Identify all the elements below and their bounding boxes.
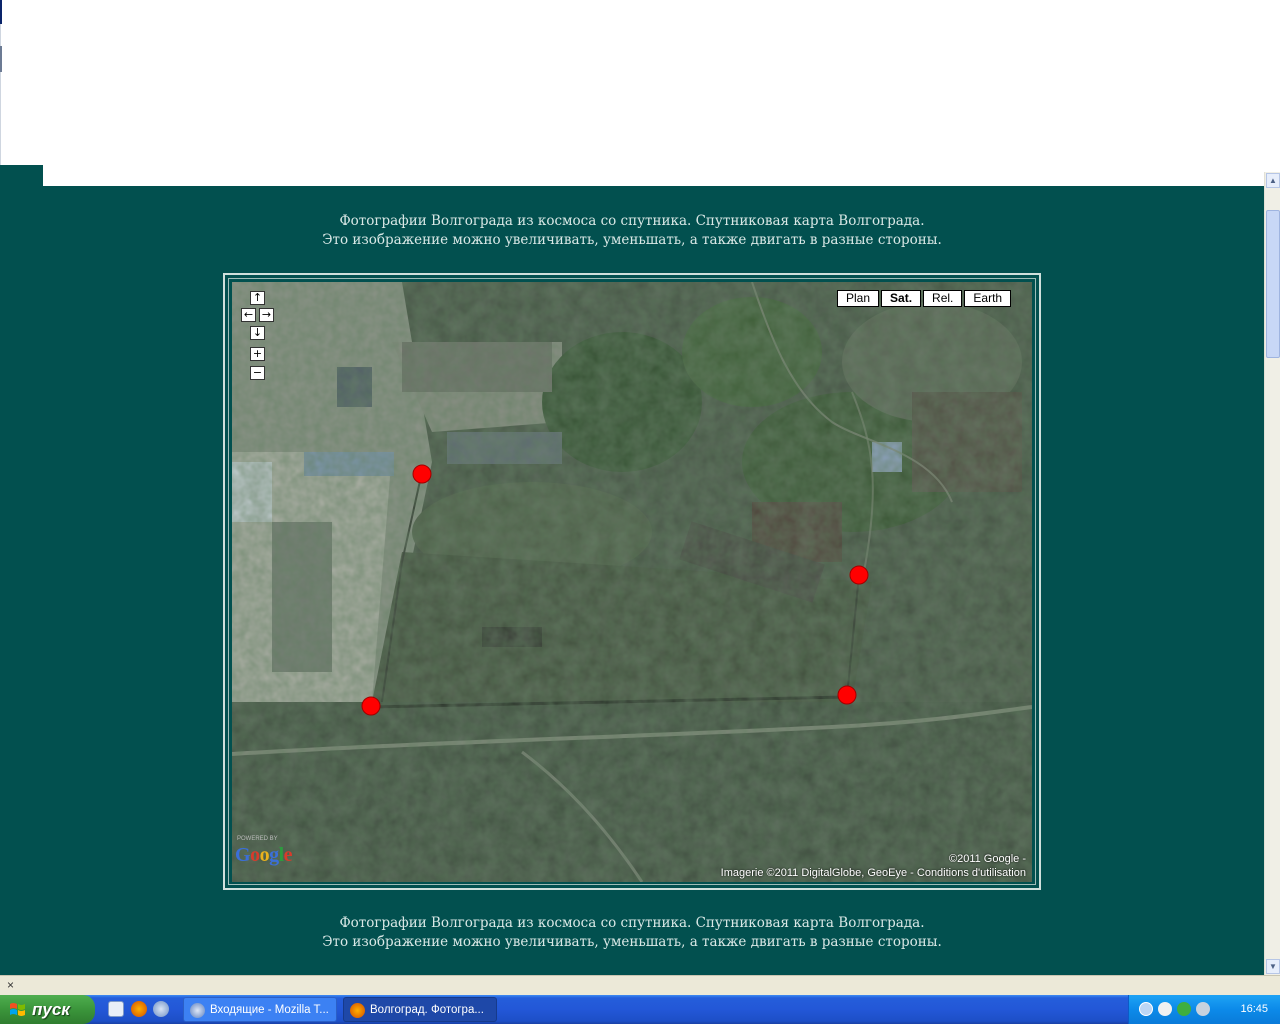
map-copyright-line-1: ©2011 Google - bbox=[948, 853, 1026, 865]
map-caption-top: Фотографии Волгограда из космоса со спут… bbox=[0, 212, 1264, 250]
caption-line-1: Фотографии Волгограда из космоса со спут… bbox=[339, 915, 925, 931]
google-logo[interactable]: POWERED BY Google bbox=[235, 836, 293, 867]
thunderbird-icon bbox=[190, 1003, 205, 1018]
taskbar-item-label: Волгоград. Фотогра... bbox=[370, 1004, 484, 1016]
pan-down-button[interactable]: ↓ bbox=[250, 326, 265, 340]
map-type-earth-button[interactable]: Earth bbox=[964, 290, 1012, 307]
map-marker[interactable] bbox=[849, 565, 869, 585]
map-marker[interactable] bbox=[412, 464, 432, 484]
scroll-down-button[interactable]: ▼ bbox=[1266, 959, 1280, 974]
security-icon[interactable] bbox=[1177, 1002, 1191, 1016]
map-marker[interactable] bbox=[837, 685, 857, 705]
map-caption-bottom: Фотографии Волгограда из космоса со спут… bbox=[0, 914, 1264, 952]
firefox-icon bbox=[350, 1003, 365, 1018]
system-tray: 16:45 bbox=[1128, 995, 1280, 1024]
page-body-notch bbox=[0, 165, 43, 186]
page-edge-mark bbox=[0, 0, 2, 24]
google-logo-text: Google bbox=[235, 844, 293, 866]
page-edge-line bbox=[0, 0, 1, 165]
taskbar: пуск Входящие - Mozilla T... Волгоград. … bbox=[0, 995, 1280, 1024]
taskbar-item-firefox[interactable]: Волгоград. Фотогра... bbox=[343, 997, 497, 1022]
firefox-icon[interactable] bbox=[131, 1001, 147, 1017]
volume-icon[interactable] bbox=[1196, 1002, 1210, 1016]
clock[interactable]: 16:45 bbox=[1240, 1003, 1268, 1015]
map-type-selector: Plan Sat. Rel. Earth bbox=[837, 290, 1012, 307]
show-desktop-icon[interactable] bbox=[108, 1001, 124, 1017]
start-button[interactable]: пуск bbox=[0, 995, 95, 1024]
pan-up-button[interactable]: ↑ bbox=[250, 291, 265, 305]
pan-left-button[interactable]: ← bbox=[241, 308, 256, 322]
map-type-sat-button[interactable]: Sat. bbox=[881, 290, 922, 307]
caption-line-2: Это изображение можно увеличивать, умень… bbox=[322, 232, 942, 248]
pan-right-button[interactable]: → bbox=[259, 308, 274, 322]
thunderbird-icon[interactable] bbox=[153, 1001, 169, 1017]
close-icon[interactable]: × bbox=[7, 978, 14, 992]
scroll-up-button[interactable]: ▲ bbox=[1266, 173, 1280, 188]
windows-flag-icon bbox=[10, 1003, 25, 1016]
vertical-scrollbar[interactable]: ▲ ▼ bbox=[1264, 172, 1280, 975]
taskbar-item-label: Входящие - Mozilla T... bbox=[210, 1004, 329, 1016]
find-bar: × bbox=[0, 975, 1280, 995]
powered-by-label: POWERED BY bbox=[237, 836, 278, 842]
satellite-map[interactable]: ↑ ← → ↓ + − Plan Sat. Rel. Earth POWERED… bbox=[232, 282, 1032, 882]
scrollbar-thumb[interactable] bbox=[1266, 210, 1280, 358]
network-icon[interactable] bbox=[1158, 1002, 1172, 1016]
zoom-out-button[interactable]: − bbox=[250, 366, 265, 380]
map-type-plan-button[interactable]: Plan bbox=[837, 290, 880, 307]
map-type-rel-button[interactable]: Rel. bbox=[923, 290, 963, 307]
caption-line-2: Это изображение можно увеличивать, умень… bbox=[322, 934, 942, 950]
caption-line-1: Фотографии Волгограда из космоса со спут… bbox=[339, 213, 925, 229]
page-edge-mark bbox=[0, 46, 2, 72]
zoom-in-button[interactable]: + bbox=[250, 347, 265, 361]
map-copyright-line-2[interactable]: Imagerie ©2011 DigitalGlobe, GeoEye - Co… bbox=[721, 867, 1026, 879]
tray-expand-icon[interactable] bbox=[1139, 1002, 1153, 1016]
satellite-imagery bbox=[232, 282, 1032, 882]
taskbar-item-thunderbird[interactable]: Входящие - Mozilla T... bbox=[183, 997, 337, 1022]
start-label: пуск bbox=[32, 1000, 70, 1019]
map-marker[interactable] bbox=[361, 696, 381, 716]
page-top-blank-area bbox=[0, 0, 1266, 186]
